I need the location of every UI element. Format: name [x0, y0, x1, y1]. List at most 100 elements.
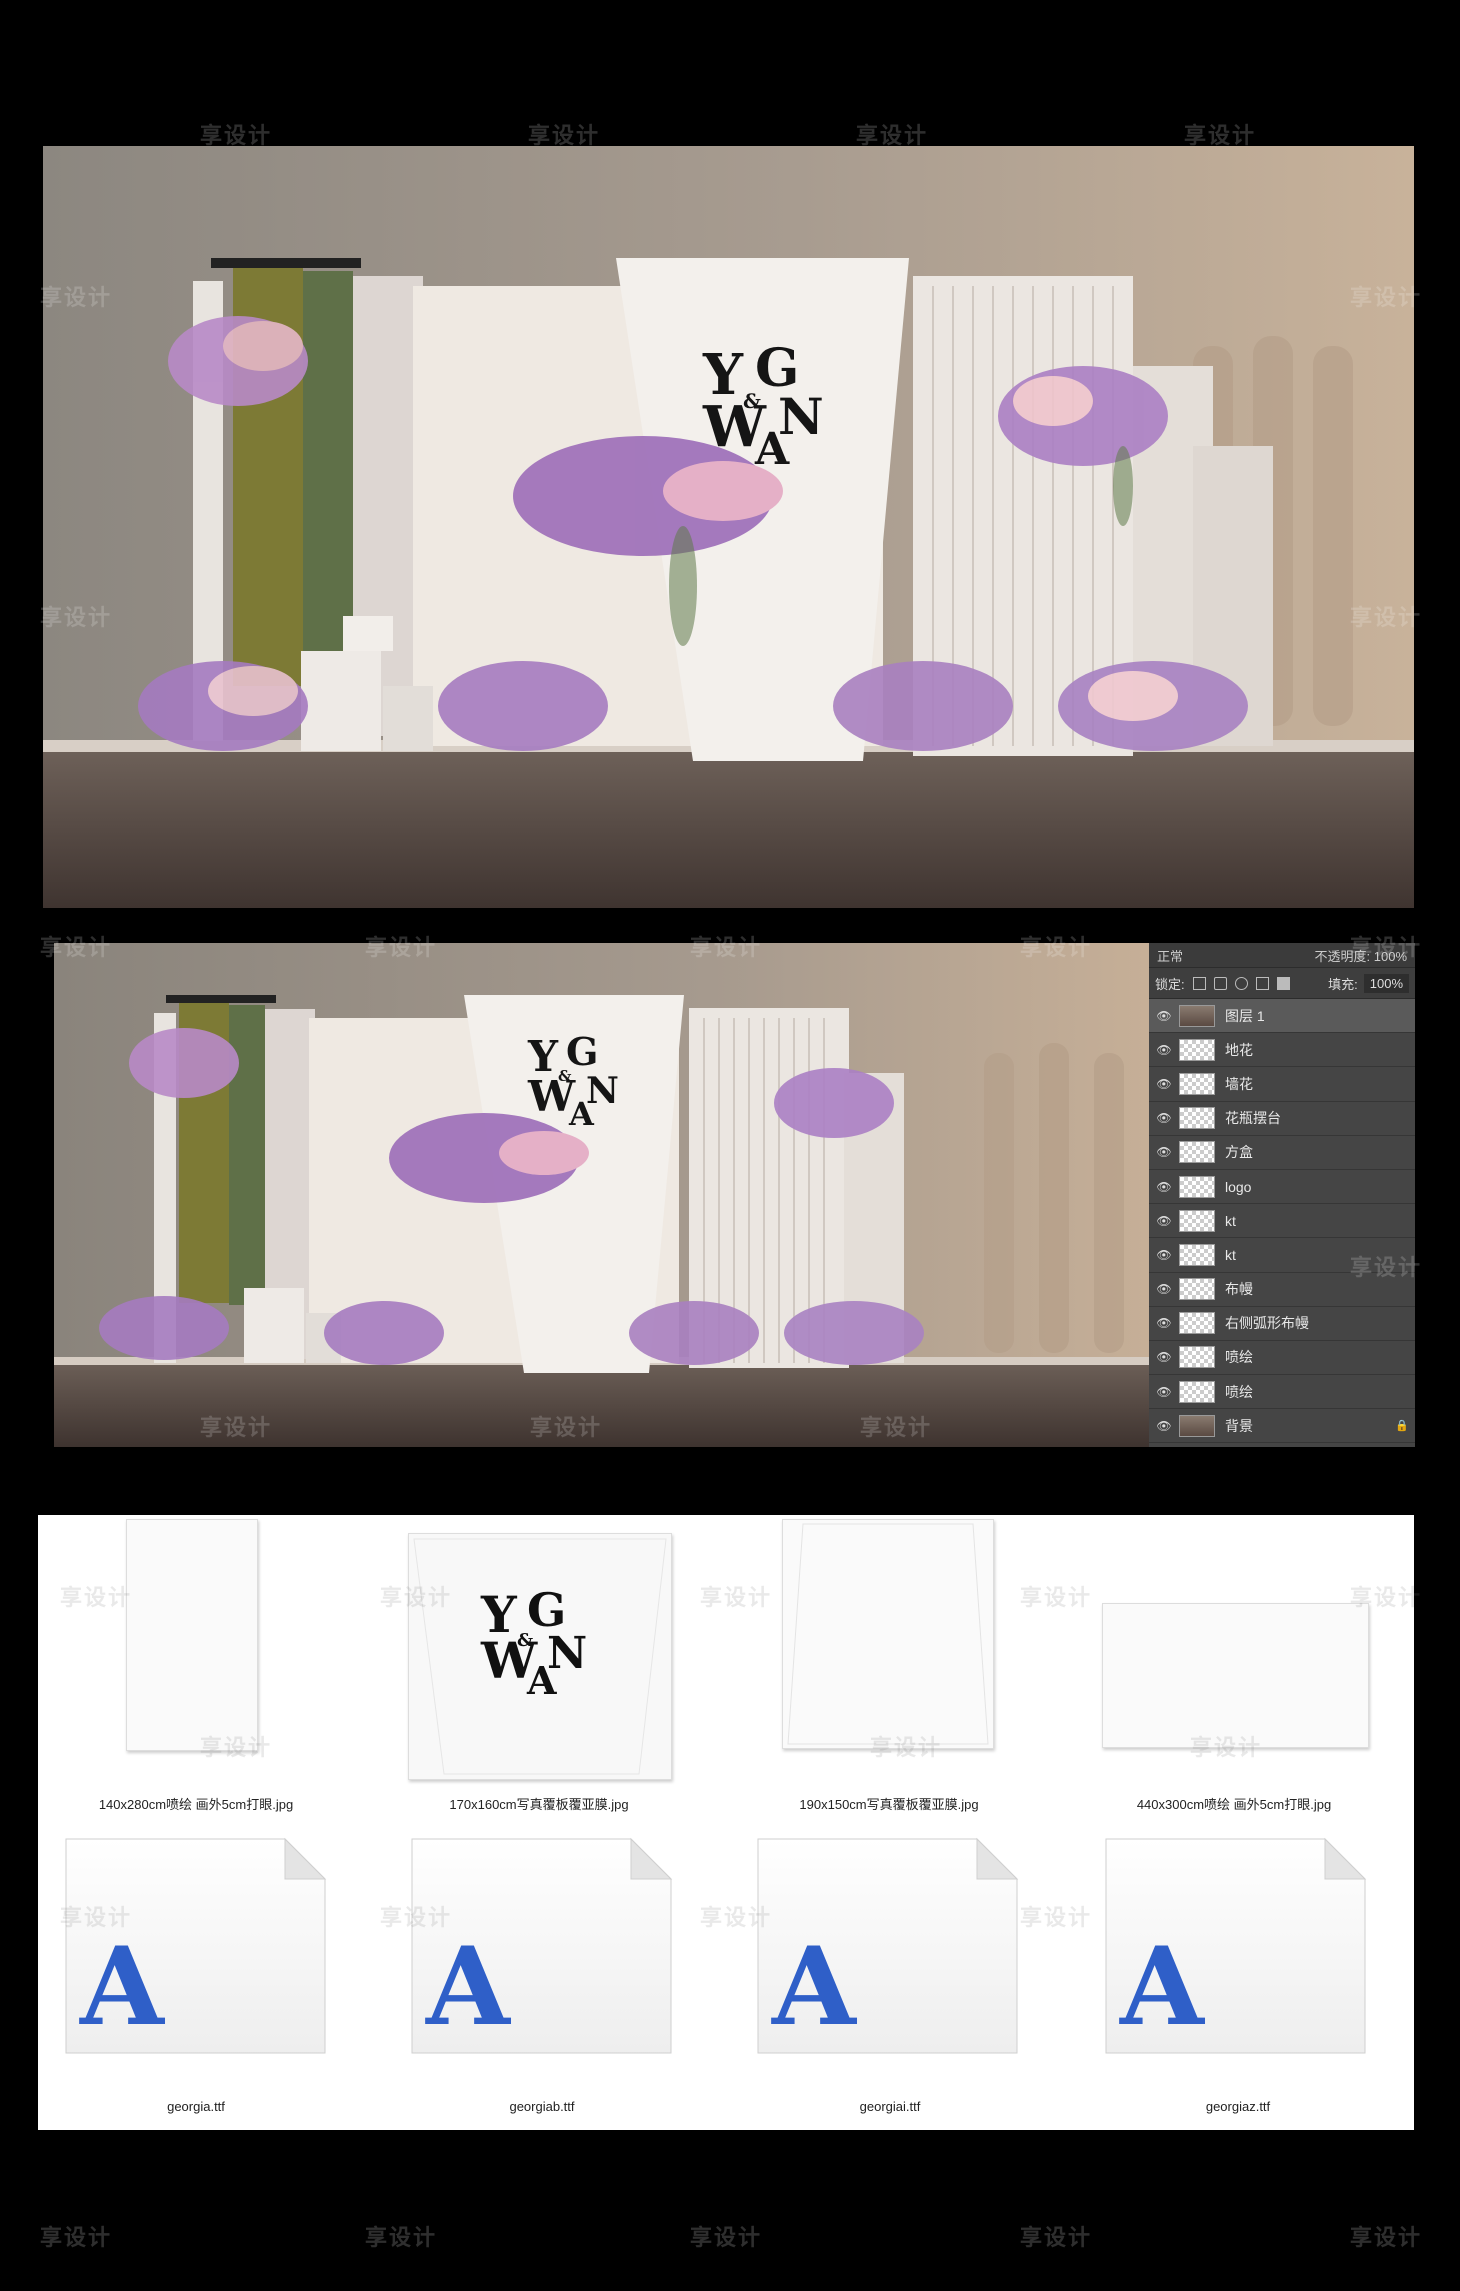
file-caption[interactable]: 140x280cm喷绘 画外5cm打眼.jpg — [99, 1794, 293, 1813]
layer-thumbnail — [1179, 1072, 1215, 1095]
render-top: Y G & W N A — [43, 146, 1414, 908]
layer-row[interactable]: 👁 墙花 — [1149, 1067, 1415, 1102]
watermark-text: 享设计 — [40, 935, 113, 960]
lock-row: 锁定: 填充: 100% — [1149, 968, 1415, 999]
font-file-icon[interactable]: A — [1100, 1833, 1370, 2058]
visibility-eye-icon[interactable]: 👁 — [1149, 1316, 1179, 1330]
watermark-text: 享设计 — [40, 285, 113, 310]
visibility-eye-icon[interactable]: 👁 — [1149, 1145, 1179, 1159]
font-file-icon[interactable]: A — [406, 1833, 676, 2058]
lock-artboard-icon[interactable] — [1255, 976, 1269, 990]
visibility-eye-icon[interactable]: 👁 — [1149, 1385, 1179, 1399]
watermark-text: 享设计 — [1190, 1735, 1263, 1760]
file-caption[interactable]: 190x150cm写真覆板覆亚膜.jpg — [799, 1794, 978, 1813]
watermark-text: 享设计 — [528, 123, 601, 148]
file-thumb-190x150[interactable] — [782, 1519, 994, 1749]
layer-name: 右侧弧形布幔 — [1225, 1315, 1309, 1332]
file-thumb-440x300[interactable] — [1102, 1603, 1369, 1748]
fill-label: 填充: — [1328, 976, 1358, 992]
visibility-eye-icon[interactable]: 👁 — [1149, 1043, 1179, 1057]
layer-row[interactable]: 👁 方盒 — [1149, 1136, 1415, 1170]
font-letter-a-icon: A — [80, 1924, 164, 2050]
lock-move-icon[interactable] — [1234, 976, 1248, 990]
watermark-text: 享设计 — [1350, 935, 1423, 960]
layer-name: 墙花 — [1225, 1075, 1253, 1092]
floor — [43, 746, 1414, 908]
file-thumb-170x160[interactable]: Y G & W N A — [408, 1533, 672, 1780]
lock-label: 锁定: — [1155, 976, 1185, 992]
layer-thumbnail — [1179, 1004, 1215, 1027]
watermark-text: 享设计 — [200, 1735, 273, 1760]
layer-name: 花瓶摆台 — [1225, 1110, 1281, 1127]
render-top-scene: Y G & W N A — [43, 146, 1414, 908]
watermark-text: 享设计 — [1020, 935, 1093, 960]
watermark-text: 享设计 — [40, 2225, 113, 2250]
watermark-text: 享设计 — [1350, 285, 1423, 310]
lock-all-icon[interactable] — [1276, 976, 1290, 990]
layer-row[interactable]: 👁 背景 🔒 — [1149, 1409, 1415, 1444]
lock-transparent-icon[interactable] — [1192, 976, 1206, 990]
layer-row[interactable]: 👁 地花 — [1149, 1033, 1415, 1068]
watermark-text: 享设计 — [690, 2225, 763, 2250]
visibility-eye-icon[interactable]: 👁 — [1149, 1350, 1179, 1364]
visibility-eye-icon[interactable]: 👁 — [1149, 1248, 1179, 1262]
layer-row[interactable]: 👁 右侧弧形布幔 — [1149, 1307, 1415, 1341]
layer-row[interactable]: 👁 花瓶摆台 — [1149, 1102, 1415, 1136]
font-letter-a-icon: A — [772, 1924, 856, 2050]
watermark-text: 享设计 — [1350, 1255, 1423, 1280]
font-caption[interactable]: georgiai.ttf — [860, 2099, 921, 2114]
visibility-eye-icon[interactable]: 👁 — [1149, 1282, 1179, 1296]
watermark-text: 享设计 — [365, 935, 438, 960]
watermark-text: 享设计 — [380, 1585, 453, 1610]
watermark-text: 享设计 — [1350, 1585, 1423, 1610]
layer-list: 👁 图层 1 👁 地花 👁 墙花 👁 花瓶摆台 👁 方盒 👁 logo 👁 kt 👁 kt 👁 布幔 👁 右侧弧形布幔… — [1149, 999, 1415, 1444]
visibility-eye-icon[interactable]: 👁 — [1149, 1111, 1179, 1125]
font-file-icon[interactable]: A — [752, 1833, 1022, 2058]
font-caption[interactable]: georgia.ttf — [167, 2099, 225, 2114]
layer-row[interactable]: 👁 喷绘 — [1149, 1341, 1415, 1376]
watermark-text: 享设计 — [870, 1735, 943, 1760]
layer-thumbnail — [1179, 1243, 1215, 1266]
render-mid-scene: Y G & W N A — [54, 943, 1149, 1447]
layer-name: logo — [1225, 1178, 1252, 1195]
file-thumb-140x280[interactable] — [126, 1519, 258, 1751]
layer-row[interactable]: 👁 图层 1 — [1149, 999, 1415, 1034]
layer-row[interactable]: 👁 logo — [1149, 1170, 1415, 1205]
fill-value[interactable]: 100% — [1363, 973, 1409, 993]
layer-thumbnail — [1179, 1414, 1215, 1437]
font-caption[interactable]: georgiab.ttf — [509, 2099, 574, 2114]
watermark-text: 享设计 — [200, 123, 273, 148]
file-caption[interactable]: 440x300cm喷绘 画外5cm打眼.jpg — [1137, 1794, 1331, 1813]
watermark-text: 享设计 — [530, 1415, 603, 1440]
layer-thumbnail — [1179, 1312, 1215, 1335]
visibility-eye-icon[interactable]: 👁 — [1149, 1180, 1179, 1194]
blend-mode-select[interactable]: 正常 — [1157, 946, 1183, 965]
visibility-eye-icon[interactable]: 👁 — [1149, 1419, 1179, 1433]
layers-panel: 正常 不透明度: 100% 锁定: 填充: 100% 👁 图层 1 👁 地花 👁 墙花 👁 花… — [1149, 943, 1415, 1447]
lock-brush-icon[interactable] — [1213, 976, 1227, 990]
layer-name: kt — [1225, 1212, 1236, 1229]
render-mid: Y G & W N A — [54, 943, 1149, 1447]
layer-thumbnail — [1179, 1038, 1215, 1061]
watermark-text: 享设计 — [700, 1905, 773, 1930]
watermark-text: 享设计 — [1350, 605, 1423, 630]
visibility-eye-icon[interactable]: 👁 — [1149, 1077, 1179, 1091]
monogram-a: A — [754, 424, 790, 475]
watermark-text: 享设计 — [700, 1585, 773, 1610]
font-file-icon[interactable]: A — [60, 1833, 330, 2058]
visibility-eye-icon[interactable]: 👁 — [1149, 1009, 1179, 1023]
watermark-text: 享设计 — [860, 1415, 933, 1440]
watermark-text: 享设计 — [60, 1585, 133, 1610]
watermark-text: 享设计 — [1350, 2225, 1423, 2250]
watermark-text: 享设计 — [380, 1905, 453, 1930]
layer-row[interactable]: 👁 kt — [1149, 1204, 1415, 1239]
layer-row[interactable]: 👁 喷绘 — [1149, 1375, 1415, 1410]
visibility-eye-icon[interactable]: 👁 — [1149, 1214, 1179, 1228]
watermark-text: 享设计 — [690, 935, 763, 960]
layer-name: 地花 — [1225, 1041, 1253, 1058]
font-letter-a-icon: A — [426, 1924, 510, 2050]
font-caption[interactable]: georgiaz.ttf — [1206, 2099, 1270, 2114]
layer-name: 背景 — [1225, 1417, 1253, 1434]
file-caption[interactable]: 170x160cm写真覆板覆亚膜.jpg — [449, 1794, 628, 1813]
layer-name: 喷绘 — [1225, 1349, 1253, 1366]
